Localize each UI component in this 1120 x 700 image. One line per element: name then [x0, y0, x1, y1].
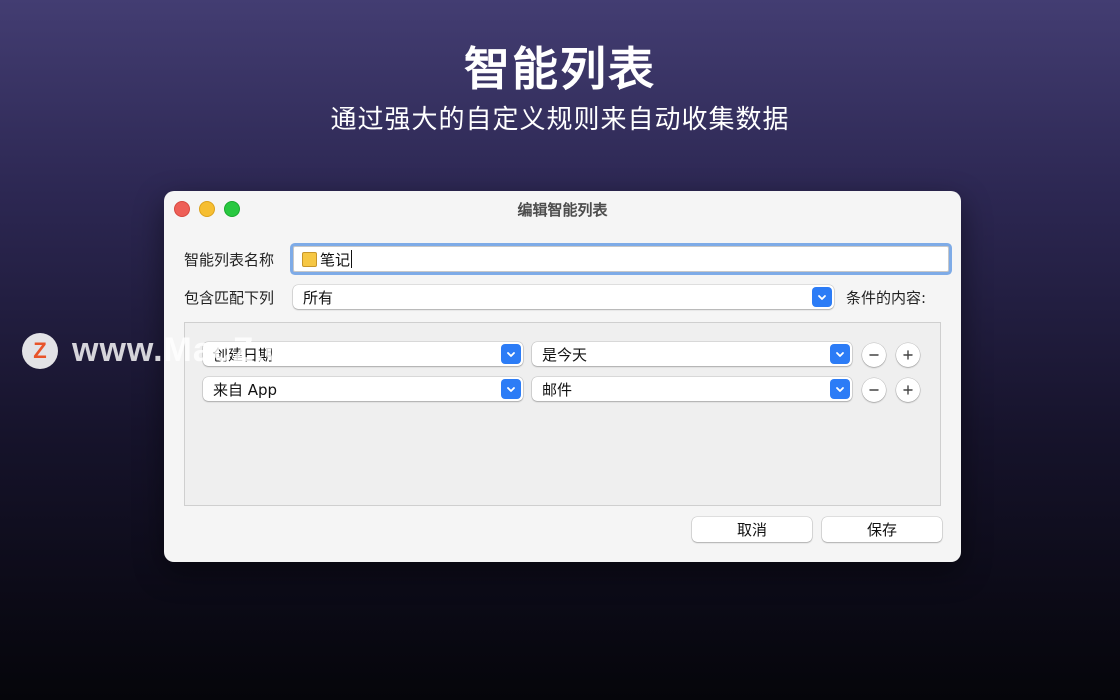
save-button[interactable]: 保存: [822, 517, 942, 542]
add-rule-button[interactable]: [896, 378, 920, 402]
watermark-text: www.MacZ.com: [72, 331, 338, 369]
edit-smart-list-window: 编辑智能列表 智能列表名称 笔记 包含匹配下列 所有 条件的内容: 创建日期 是…: [164, 191, 961, 562]
match-mode-value: 所有: [303, 288, 334, 307]
folder-icon: [302, 251, 317, 267]
chevron-updown-icon: [501, 344, 521, 364]
chevron-updown-icon: [830, 379, 850, 399]
match-mode-select[interactable]: 所有: [293, 285, 834, 309]
rule-condition-select[interactable]: 邮件: [532, 377, 852, 401]
list-name-label: 智能列表名称: [184, 251, 275, 269]
rule-condition-value: 邮件: [542, 380, 573, 399]
rule-condition-value: 是今天: [542, 345, 588, 364]
match-label: 包含匹配下列: [184, 289, 275, 307]
match-suffix-label: 条件的内容:: [846, 289, 927, 307]
chevron-updown-icon: [830, 344, 850, 364]
chevron-updown-icon: [812, 287, 832, 307]
hero-subtitle: 通过强大的自定义规则来自动收集数据: [330, 105, 790, 135]
add-rule-button[interactable]: [896, 343, 920, 367]
cancel-button[interactable]: 取消: [692, 517, 812, 542]
window-title: 编辑智能列表: [517, 201, 608, 219]
hero-title: 智能列表: [464, 42, 656, 96]
watermark: Z www.MacZ.com: [22, 331, 338, 370]
remove-rule-button[interactable]: [862, 378, 886, 402]
remove-rule-button[interactable]: [862, 343, 886, 367]
list-name-input[interactable]: 笔记: [293, 246, 949, 272]
rule-condition-select[interactable]: 是今天: [532, 342, 852, 366]
plus-icon: [903, 385, 913, 395]
watermark-logo-letter: Z: [33, 337, 47, 363]
rule-field-value: 来自 App: [213, 380, 278, 399]
watermark-logo: Z: [22, 332, 58, 369]
minus-icon: [869, 354, 879, 356]
plus-icon: [903, 350, 913, 360]
chevron-updown-icon: [501, 379, 521, 399]
rule-field-select[interactable]: 来自 App: [203, 377, 523, 401]
text-caret: [351, 250, 353, 268]
list-name-value: 笔记: [320, 250, 351, 269]
minus-icon: [869, 389, 879, 391]
